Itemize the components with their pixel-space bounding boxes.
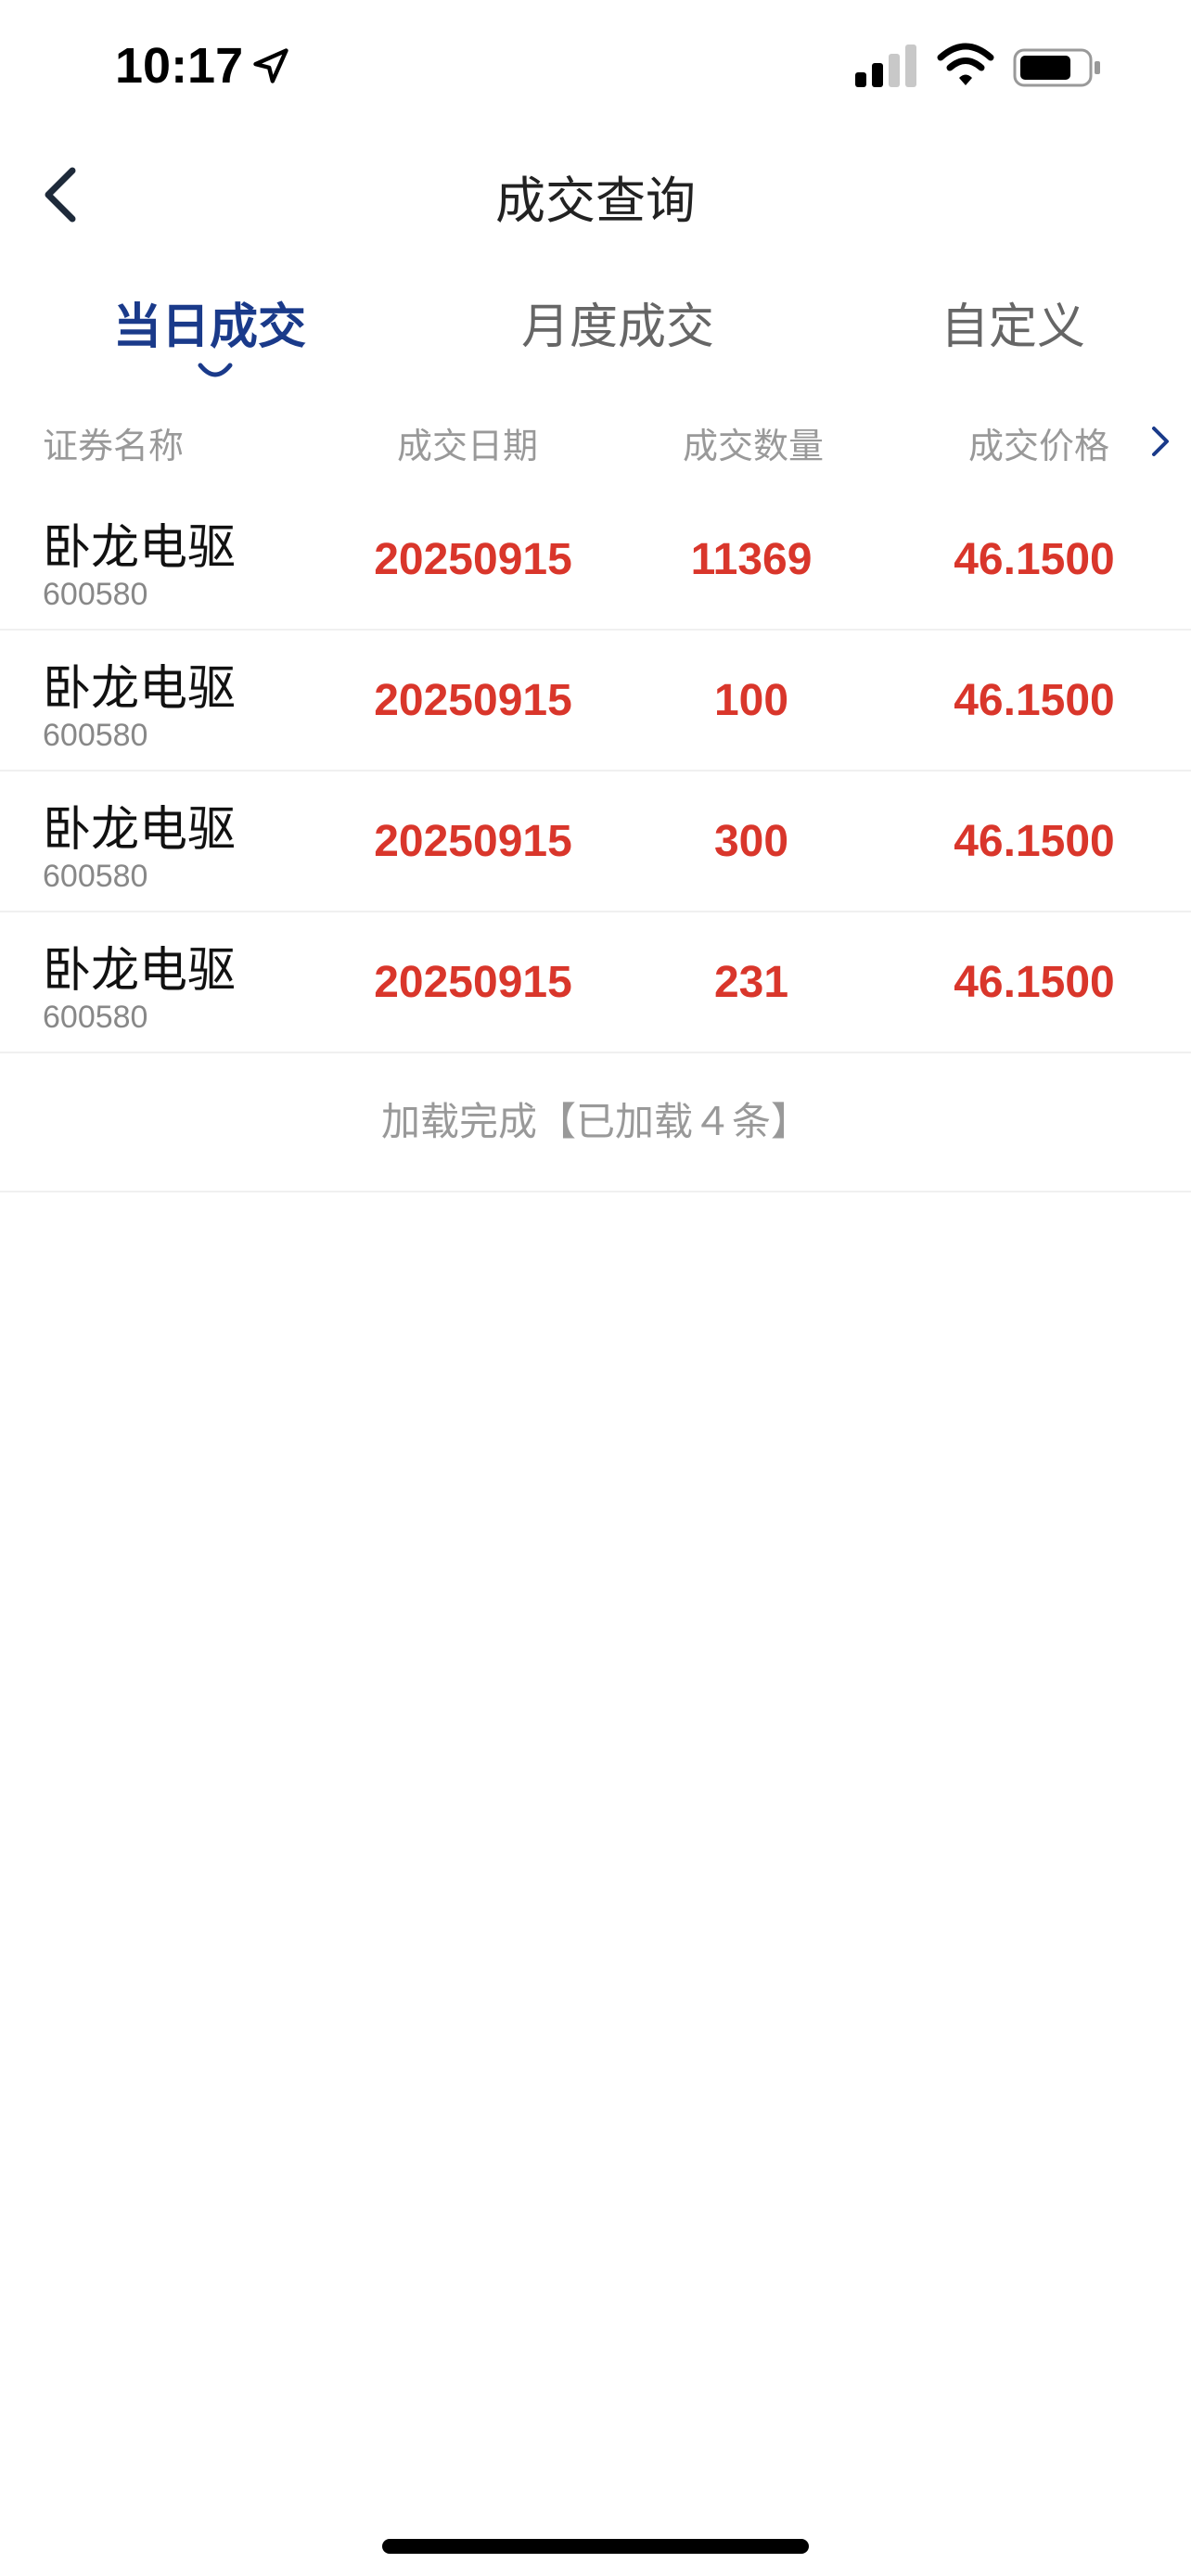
status-time-wrap: 10:17	[115, 37, 291, 95]
trade-price: 46.1500	[954, 535, 1115, 584]
tab-monthly-trades[interactable]: 月度成交	[521, 287, 714, 357]
trade-date: 20250915	[374, 676, 572, 725]
nav-bar: 成交查询	[0, 139, 1191, 250]
trade-date: 20250915	[374, 817, 572, 866]
home-indicator[interactable]	[382, 2539, 809, 2554]
status-time: 10:17	[115, 38, 244, 94]
load-status: 加载完成【已加载４条】	[0, 1053, 1191, 1192]
stock-name: 卧龙电驱	[43, 661, 237, 717]
trade-date: 20250915	[374, 535, 572, 584]
tab-custom[interactable]: 自定义	[941, 287, 1085, 357]
trade-price: 46.1500	[954, 958, 1115, 1007]
stock-code: 600580	[43, 859, 148, 894]
stock-name: 卧龙电驱	[43, 520, 237, 576]
status-bar: 10:17	[0, 0, 1191, 139]
table-header: 证券名称 成交日期 成交数量 成交价格	[0, 408, 1191, 473]
screen: 10:17 成交查询 当日成交 月度成交 自定义 证券名称 成交日期 成交数量 …	[0, 0, 1191, 2576]
table-row[interactable]: 卧龙电驱 600580 20250915 300 46.1500	[0, 772, 1191, 912]
page-title: 成交查询	[495, 172, 696, 230]
header-trade-quantity: 成交数量	[683, 426, 825, 466]
header-trade-date: 成交日期	[397, 426, 539, 466]
tab-today-trades[interactable]: 当日成交	[113, 287, 306, 357]
trade-quantity: 300	[713, 817, 789, 866]
stock-code: 600580	[43, 577, 148, 612]
trade-quantity: 11369	[690, 535, 813, 584]
trade-date: 20250915	[374, 958, 572, 1007]
trade-price: 46.1500	[954, 676, 1115, 725]
trade-quantity: 231	[713, 958, 789, 1007]
active-tab-indicator	[198, 363, 233, 377]
tab-bar: 当日成交 月度成交 自定义	[0, 278, 1191, 380]
stock-name: 卧龙电驱	[43, 943, 237, 999]
stock-code: 600580	[43, 1000, 148, 1035]
header-trade-price: 成交价格	[968, 426, 1110, 466]
table-row[interactable]: 卧龙电驱 600580 20250915 11369 46.1500	[0, 490, 1191, 631]
trade-price: 46.1500	[954, 817, 1115, 866]
wifi-icon	[937, 43, 994, 85]
cellular-signal-icon	[855, 45, 916, 87]
stock-code: 600580	[43, 718, 148, 753]
battery-icon	[1013, 48, 1100, 87]
table-row[interactable]: 卧龙电驱 600580 20250915 100 46.1500	[0, 631, 1191, 772]
table-row[interactable]: 卧龙电驱 600580 20250915 231 46.1500	[0, 912, 1191, 1053]
trade-list: 卧龙电驱 600580 20250915 11369 46.1500 卧龙电驱 …	[0, 490, 1191, 1192]
chevron-right-icon[interactable]	[1146, 423, 1174, 460]
location-arrow-icon	[253, 48, 288, 83]
trade-quantity: 100	[713, 676, 789, 725]
header-security-name: 证券名称	[43, 426, 185, 466]
stock-name: 卧龙电驱	[43, 802, 237, 858]
